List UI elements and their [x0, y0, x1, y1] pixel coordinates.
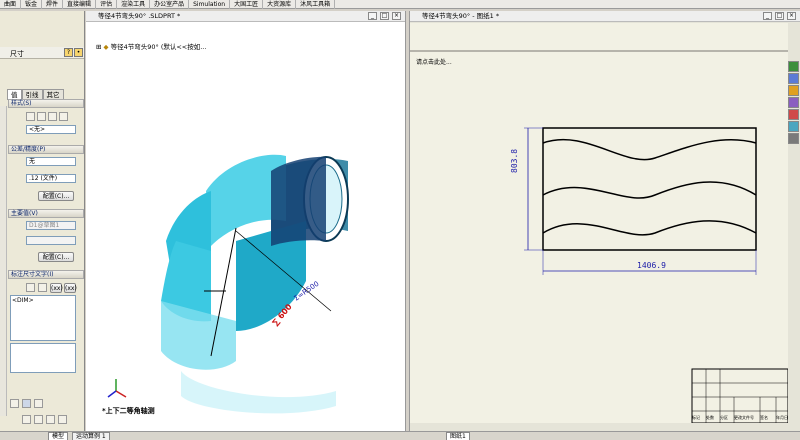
xx-button-2[interactable]: (xx)	[64, 283, 77, 293]
tab-render-tools[interactable]: 渲染工具	[117, 0, 151, 9]
task-pane-view-palette-icon[interactable]	[788, 97, 799, 108]
config-button-2[interactable]: 配置(C)...	[38, 252, 74, 262]
bottom-tab-model[interactable]: 模型	[48, 432, 69, 440]
tb-label-date: 年月日	[776, 415, 788, 420]
tb-label-mark: 标记	[692, 415, 700, 420]
precision-select[interactable]: .12 (文件)	[26, 174, 76, 183]
view-orientation-label: *上下二等角轴测	[102, 407, 155, 415]
tab-craftsman[interactable]: 大国工匠	[230, 0, 264, 9]
tb-label-count: 处数	[706, 415, 714, 420]
task-pane-file-explorer-icon[interactable]	[788, 85, 799, 96]
tab-surface[interactable]: 曲面	[0, 0, 22, 9]
dim-text-section[interactable]: 标注尺寸文字(I)	[8, 270, 84, 279]
left-scroll-strip[interactable]	[0, 106, 7, 416]
symbol-icon-1[interactable]	[22, 415, 31, 424]
tb-label-zone: 分区	[720, 415, 728, 420]
flat-pattern-outline[interactable]	[542, 127, 757, 251]
property-manager: 尺寸 ? • 值 引线 其它 样式(S) <无> 公差/精度(P) 无 .12 …	[0, 11, 85, 433]
style-add-icon[interactable]	[37, 112, 46, 121]
app-window: 曲面 钣金 焊件 直接编辑 评估 渲染工具 办公室产品 Simulation 大…	[0, 0, 800, 440]
config-button[interactable]: 配置(C)...	[38, 191, 74, 201]
tab-weldments[interactable]: 焊件	[42, 0, 64, 9]
style-save-icon[interactable]	[59, 112, 68, 121]
height-dimension-text[interactable]: 803.8	[510, 149, 519, 173]
tolerance-section[interactable]: 公差/精度(P)	[8, 145, 84, 154]
align-left-icon[interactable]	[10, 399, 19, 408]
command-manager-tabs: 曲面 钣金 焊件 直接编辑 评估 渲染工具 办公室产品 Simulation 大…	[0, 0, 800, 9]
dim-text-box[interactable]: <DIM>	[10, 295, 76, 341]
primary-value-input[interactable]	[26, 236, 76, 245]
drawing-canvas[interactable]	[410, 23, 788, 423]
part-window[interactable]: 等径4节弯头90° .SLDPRT * _ □ × ⊞ ◆ 等径4节弯头90° …	[86, 11, 405, 433]
dim-token: <DIM>	[12, 297, 34, 304]
task-pane-tabs	[788, 61, 800, 156]
dim-text-icon-2[interactable]	[38, 283, 47, 292]
align-center-icon[interactable]	[22, 399, 31, 408]
drawing-window-titlebar[interactable]: 等径4节弯头90° - 图纸1 * _ □ ×	[410, 11, 800, 22]
task-pane-custom-props-icon[interactable]	[788, 121, 799, 132]
primary-value-section[interactable]: 主要值(V)	[8, 209, 84, 218]
drawing-window-title: 等径4节弯头90° - 图纸1 *	[422, 12, 500, 20]
property-manager-header: 尺寸 ? •	[0, 47, 84, 59]
symbol-icon-3[interactable]	[46, 415, 55, 424]
elbow-model[interactable]	[161, 154, 349, 414]
task-pane-resources-icon[interactable]	[788, 61, 799, 72]
tb-label-sign: 签名	[760, 415, 768, 420]
drawing-sheet[interactable]: 请点击此处... 803.8 1406.9 标记 处数 分区 更改文件号 签名 …	[410, 23, 788, 423]
style-section[interactable]: 样式(S)	[8, 99, 84, 108]
help-icon[interactable]: ?	[64, 48, 73, 57]
minimize-icon-2[interactable]: _	[763, 12, 772, 20]
tab-evaluate[interactable]: 评估	[96, 0, 118, 9]
style-select[interactable]: <无>	[26, 125, 76, 134]
property-manager-title: 尺寸	[10, 50, 24, 58]
cut-curve-3[interactable]	[542, 220, 757, 236]
tab-sheet-metal[interactable]: 钣金	[21, 0, 43, 9]
maximize-icon-2[interactable]: □	[775, 12, 784, 20]
symbol-icon-2[interactable]	[34, 415, 43, 424]
tab-simulation[interactable]: Simulation	[189, 0, 231, 9]
close-icon-2[interactable]: ×	[787, 12, 796, 20]
bottom-tab-motion-study[interactable]: 运动算例 1	[72, 432, 110, 440]
pin-icon[interactable]: •	[74, 48, 83, 57]
triad-icon	[107, 379, 127, 398]
sheet-tab[interactable]: 图纸1	[446, 432, 470, 440]
dim-text-box-below[interactable]	[10, 343, 76, 373]
tab-office-products[interactable]: 办公室产品	[150, 0, 190, 9]
task-pane-appearances-icon[interactable]	[788, 109, 799, 120]
symbol-icon-4[interactable]	[58, 415, 67, 424]
model-viewport[interactable]: Σ=R500 ∑ 600	[86, 11, 405, 433]
task-pane-design-library-icon[interactable]	[788, 73, 799, 84]
task-pane-forum-icon[interactable]	[788, 133, 799, 144]
tolerance-type-select[interactable]: 无	[26, 157, 76, 166]
drawing-window[interactable]: 等径4节弯头90° - 图纸1 * _ □ × 请点击此处... 803.8 1…	[410, 11, 800, 433]
cut-curve-1[interactable]	[542, 138, 757, 161]
width-dimension-text[interactable]: 1406.9	[637, 261, 666, 270]
style-delete-icon[interactable]	[48, 112, 57, 121]
tab-direct-edit[interactable]: 直接编辑	[63, 0, 97, 9]
align-right-icon[interactable]	[34, 399, 43, 408]
style-apply-icon[interactable]	[26, 112, 35, 121]
xx-button-1[interactable]: (xx)	[50, 283, 63, 293]
cut-curve-2[interactable]	[542, 181, 757, 199]
tab-resource-library[interactable]: 大资源库	[263, 0, 297, 9]
tb-label-change-doc: 更改文件号	[734, 415, 754, 420]
title-block-labels: 标记 处数 分区 更改文件号 签名 年月日	[692, 415, 788, 421]
tab-mufeng-toolbox[interactable]: 沐风工具箱	[296, 0, 336, 9]
primary-value-field[interactable]: D1@草图1	[26, 221, 76, 230]
dim-text-icon-1[interactable]	[26, 283, 35, 292]
bottom-bar: 模型 运动算例 1 图纸1	[0, 431, 800, 440]
